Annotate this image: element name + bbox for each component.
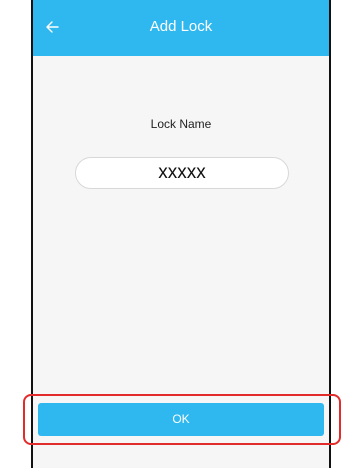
lock-name-label: Lock Name <box>150 117 212 131</box>
page-title: Add Lock <box>149 18 213 35</box>
ok-button[interactable]: OK <box>38 403 324 436</box>
add-lock-screen: Add Lock Lock Name OK <box>31 0 331 468</box>
lock-name-input[interactable] <box>75 157 289 189</box>
top-app-bar: Add Lock <box>33 0 329 56</box>
